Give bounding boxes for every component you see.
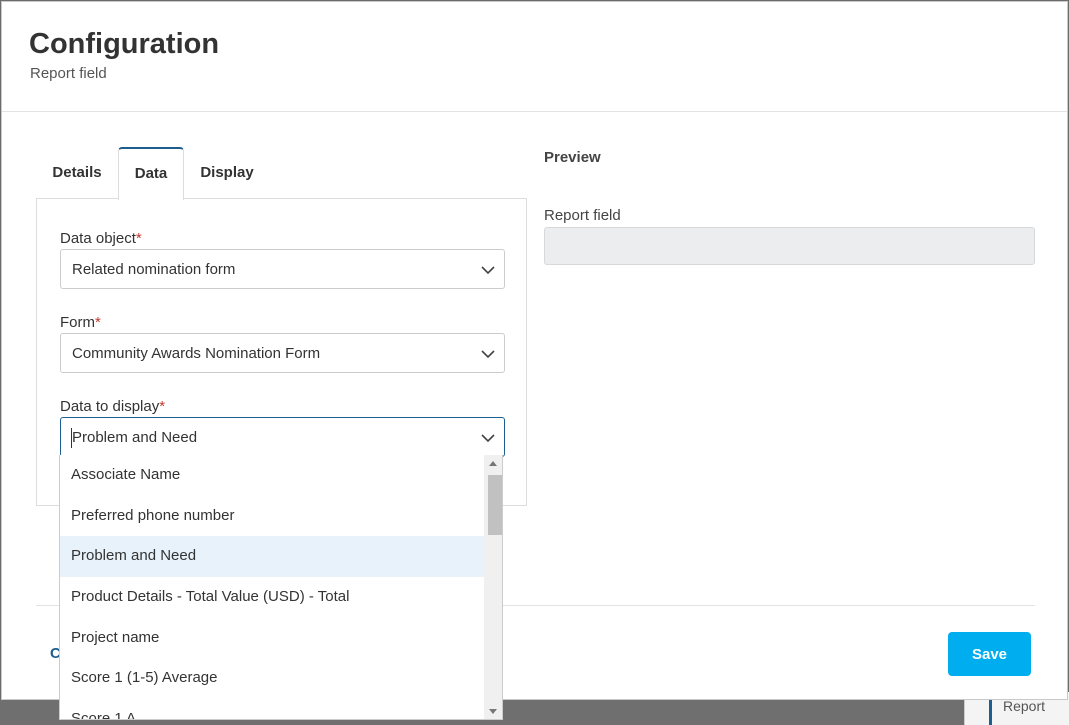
dropdown-option[interactable]: Product Details - Total Value (USD) - To… [60, 577, 484, 618]
dropdown-option[interactable]: Score 1 A... [60, 699, 484, 719]
scrollbar-thumb[interactable] [488, 475, 502, 535]
dropdown-option[interactable]: Associate Name [60, 455, 484, 496]
tab-data[interactable]: Data [118, 147, 184, 200]
data-object-value: Related nomination form [72, 261, 236, 278]
dropdown-option-list: Associate Name Preferred phone number Pr… [60, 455, 484, 719]
required-mark: * [135, 230, 142, 247]
data-to-display-label-text: Data to display [60, 398, 160, 415]
modal-subtitle: Report field [30, 65, 107, 82]
data-to-display-select[interactable]: Problem and Need [60, 417, 505, 457]
required-mark: * [95, 314, 101, 331]
scroll-down-arrow-icon[interactable] [489, 709, 497, 714]
dropdown-option-highlighted[interactable]: Problem and Need [60, 536, 484, 578]
dropdown-option[interactable]: Preferred phone number [60, 496, 484, 537]
form-label-text: Form [60, 314, 95, 331]
chevron-down-icon [481, 434, 495, 443]
preview-field-label: Report field [544, 207, 621, 224]
form-select[interactable]: Community Awards Nomination Form [60, 333, 505, 373]
form-label: Form* [60, 314, 101, 331]
scroll-up-arrow-icon[interactable] [489, 461, 497, 466]
chevron-down-icon [481, 350, 495, 359]
save-button[interactable]: Save [948, 632, 1031, 676]
nav-item-label: Report [1003, 698, 1046, 714]
data-object-label: Data object* [60, 230, 142, 247]
modal-header: Configuration Report field [2, 2, 1067, 112]
data-object-label-text: Data object [60, 230, 136, 247]
tab-details[interactable]: Details [36, 147, 118, 199]
tab-display[interactable]: Display [184, 147, 270, 199]
modal-title: Configuration [29, 28, 220, 60]
required-mark: * [159, 398, 166, 415]
chevron-down-icon [481, 266, 495, 275]
dropdown-scrollbar[interactable] [484, 455, 502, 719]
dropdown-option[interactable]: Score 1 (1-5) Average [60, 658, 484, 699]
form-value: Community Awards Nomination Form [72, 345, 321, 362]
data-to-display-label: Data to display* [60, 398, 165, 415]
dropdown-option[interactable]: Project name [60, 618, 484, 659]
data-to-display-value: Problem and Need [72, 429, 198, 446]
preview-field-box [544, 227, 1035, 265]
data-object-select[interactable]: Related nomination form [60, 249, 505, 289]
preview-title: Preview [544, 149, 601, 166]
data-to-display-dropdown: Associate Name Preferred phone number Pr… [59, 455, 503, 720]
